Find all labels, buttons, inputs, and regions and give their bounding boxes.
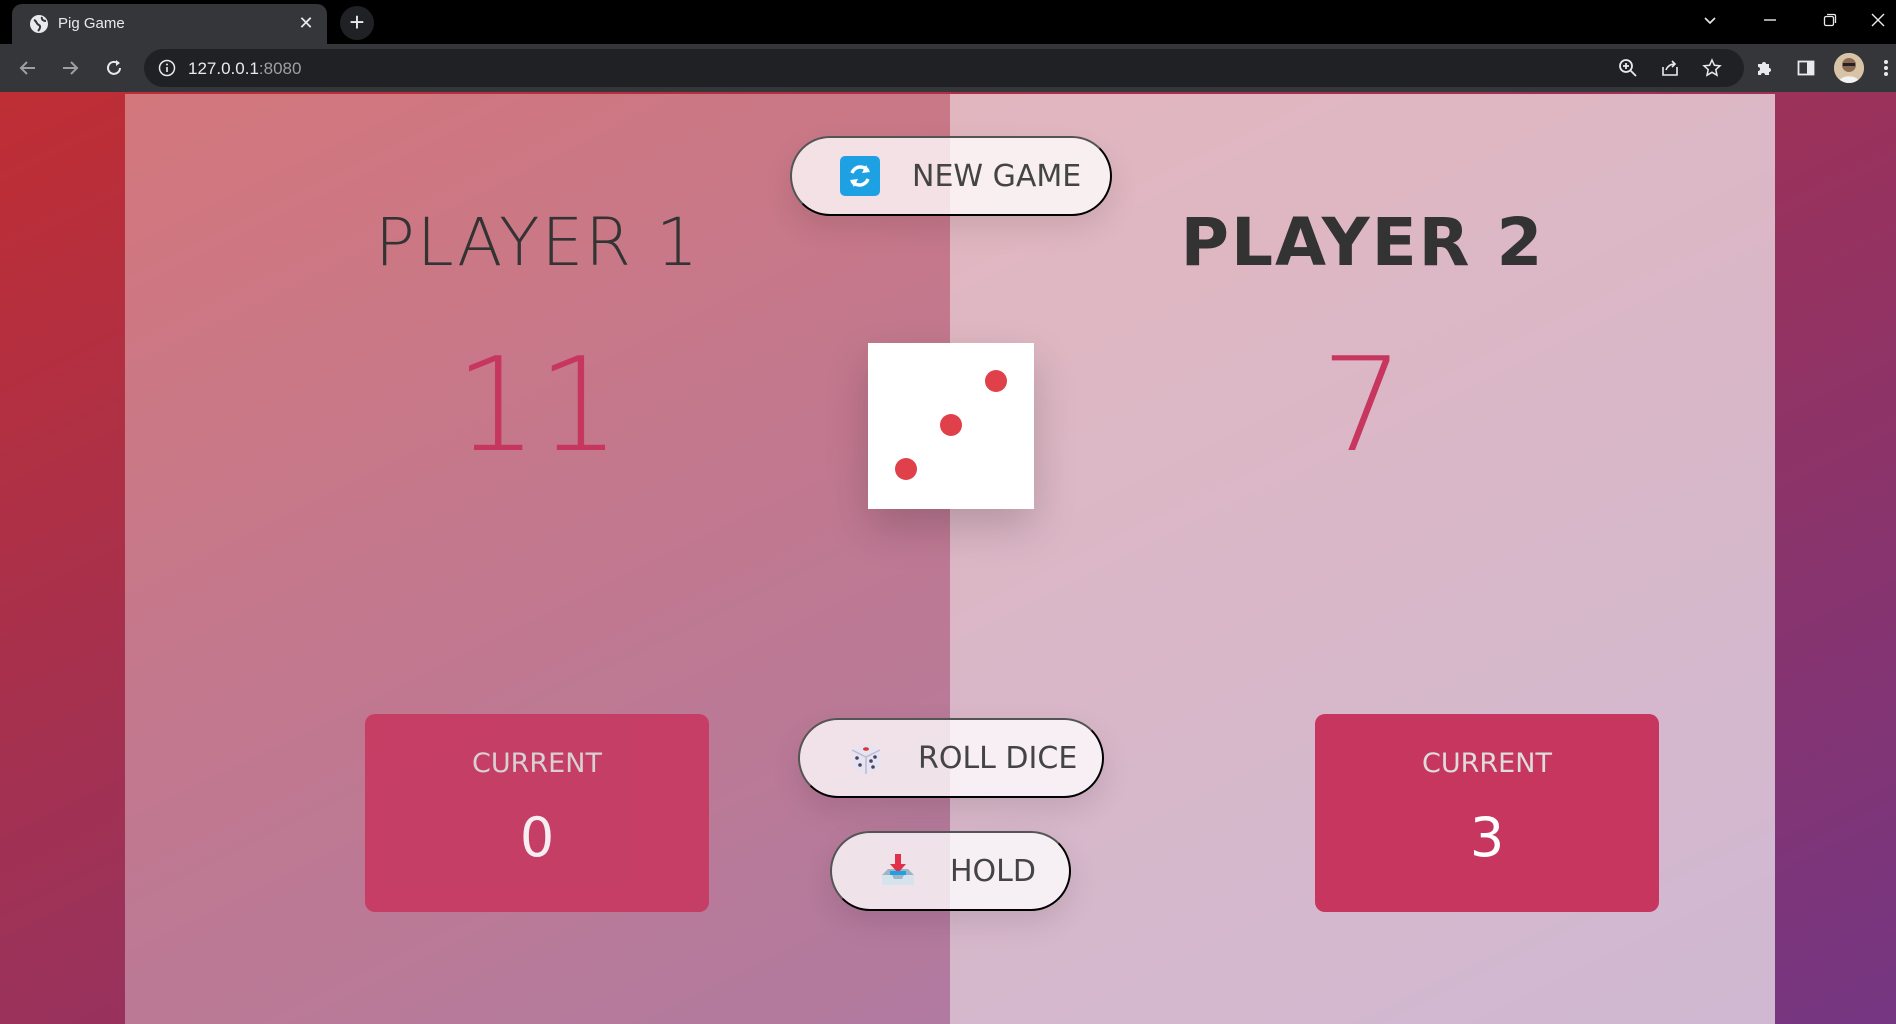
browser-toolbar: 127.0.0.1:8080 [0,44,1896,92]
dice-pip [985,370,1007,392]
game-board: PLAYER 1 11 CURRENT 0 PLAYER 2 7 CURRENT… [125,94,1775,1024]
reload-icon [107,60,121,75]
inbox-tray-icon [878,851,918,891]
chevron-down-icon [1704,17,1716,25]
player-1-current-label: CURRENT [472,748,602,779]
dice-pip [940,414,962,436]
plus-icon: + [349,7,365,37]
restore-button[interactable] [1800,0,1860,40]
player-1-current-box: CURRENT 0 [365,714,709,912]
close-window-icon [1871,13,1885,27]
dice [868,343,1034,509]
bookmark-button[interactable] [1696,52,1728,84]
info-icon[interactable] [158,59,176,77]
side-panel-button[interactable] [1790,52,1822,84]
url-text: 127.0.0.1:8080 [188,59,301,79]
menu-button[interactable] [1876,52,1896,84]
extensions-icon [1758,62,1771,75]
player-2-current-box: CURRENT 3 [1315,714,1659,912]
back-button[interactable] [12,52,44,84]
roll-dice-label: ROLL DICE [918,740,1078,776]
close-window-button[interactable] [1860,0,1896,40]
dice-icon [846,738,886,778]
forward-button[interactable] [54,52,86,84]
new-tab-button[interactable]: + [340,6,374,40]
avatar[interactable] [1834,53,1864,83]
player-1-current-score: 0 [519,806,555,869]
player-2-current-score: 3 [1469,806,1505,869]
player-1-panel: PLAYER 1 11 CURRENT 0 [125,94,950,1024]
player-2-panel: PLAYER 2 7 CURRENT 3 [950,94,1775,1024]
tab-pig-game[interactable]: Pig Game ✕ [12,4,327,44]
roll-dice-button[interactable]: ROLL DICE [798,718,1104,798]
hold-button[interactable]: HOLD [830,831,1071,911]
tab-search-button[interactable] [1680,0,1740,40]
zoom-button[interactable] [1612,52,1644,84]
restore-icon [1823,13,1837,27]
address-bar[interactable]: 127.0.0.1:8080 [144,49,1744,87]
player-2-current-label: CURRENT [1422,748,1552,779]
new-game-button[interactable]: NEW GAME [790,136,1112,216]
tab-title: Pig Game [58,15,125,32]
share-button[interactable] [1654,52,1686,84]
url-host: 127.0.0.1 [188,59,259,78]
dice-pip [895,458,917,480]
url-port: :8080 [258,59,302,78]
page-background: PLAYER 1 11 CURRENT 0 PLAYER 2 7 CURRENT… [0,92,1896,1024]
hold-label: HOLD [950,853,1036,889]
reload-button[interactable] [98,52,130,84]
close-icon[interactable]: ✕ [295,13,317,35]
menu-icon [1884,60,1888,76]
share-icon [1662,60,1678,76]
sidepanel-icon [1797,60,1815,76]
minimize-button[interactable] [1740,0,1800,40]
tab-strip: Pig Game ✕ + [0,0,1896,44]
player-2-score: 7 [1321,329,1404,481]
forward-icon [63,61,79,75]
zoom-icon [1619,59,1637,77]
refresh-icon [840,156,880,196]
globe-icon [28,13,50,35]
player-1-score: 11 [454,329,621,481]
minimize-icon [1764,19,1776,21]
new-game-label: NEW GAME [912,158,1082,194]
star-icon [1702,58,1722,77]
extensions-button[interactable] [1748,52,1780,84]
back-icon [19,61,35,75]
